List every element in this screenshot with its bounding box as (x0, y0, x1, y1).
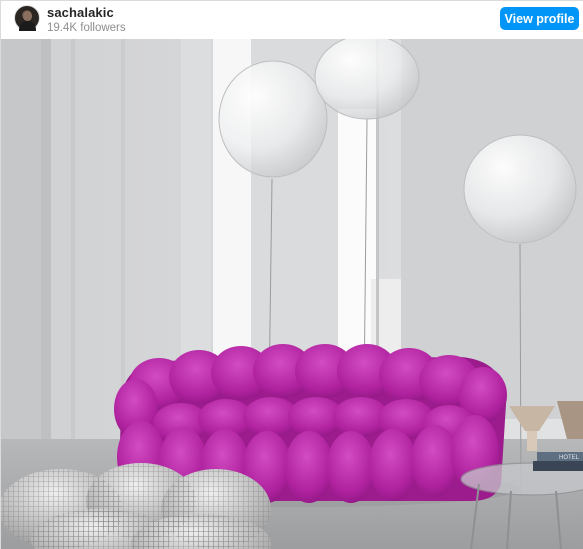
avatar-body (19, 21, 36, 31)
knit-pouf (1, 463, 271, 549)
balloon-left (218, 60, 328, 178)
post-image[interactable]: HOTEL (1, 39, 583, 549)
user-info: sachalakic 19.4K followers (47, 5, 126, 36)
follower-count: 19.4K followers (47, 22, 126, 34)
balloon-right (463, 134, 577, 244)
post-image-scene: HOTEL (1, 39, 583, 549)
view-profile-button[interactable]: View profile (500, 7, 579, 30)
embed-header: sachalakic 19.4K followers View profile (1, 1, 583, 39)
username[interactable]: sachalakic (47, 5, 126, 20)
avatar[interactable] (14, 5, 40, 31)
book-label: HOTEL (559, 455, 580, 461)
balloon-middle (314, 39, 420, 120)
instagram-embed: sachalakic 19.4K followers View profile (0, 0, 583, 549)
avatar-face (23, 11, 32, 21)
